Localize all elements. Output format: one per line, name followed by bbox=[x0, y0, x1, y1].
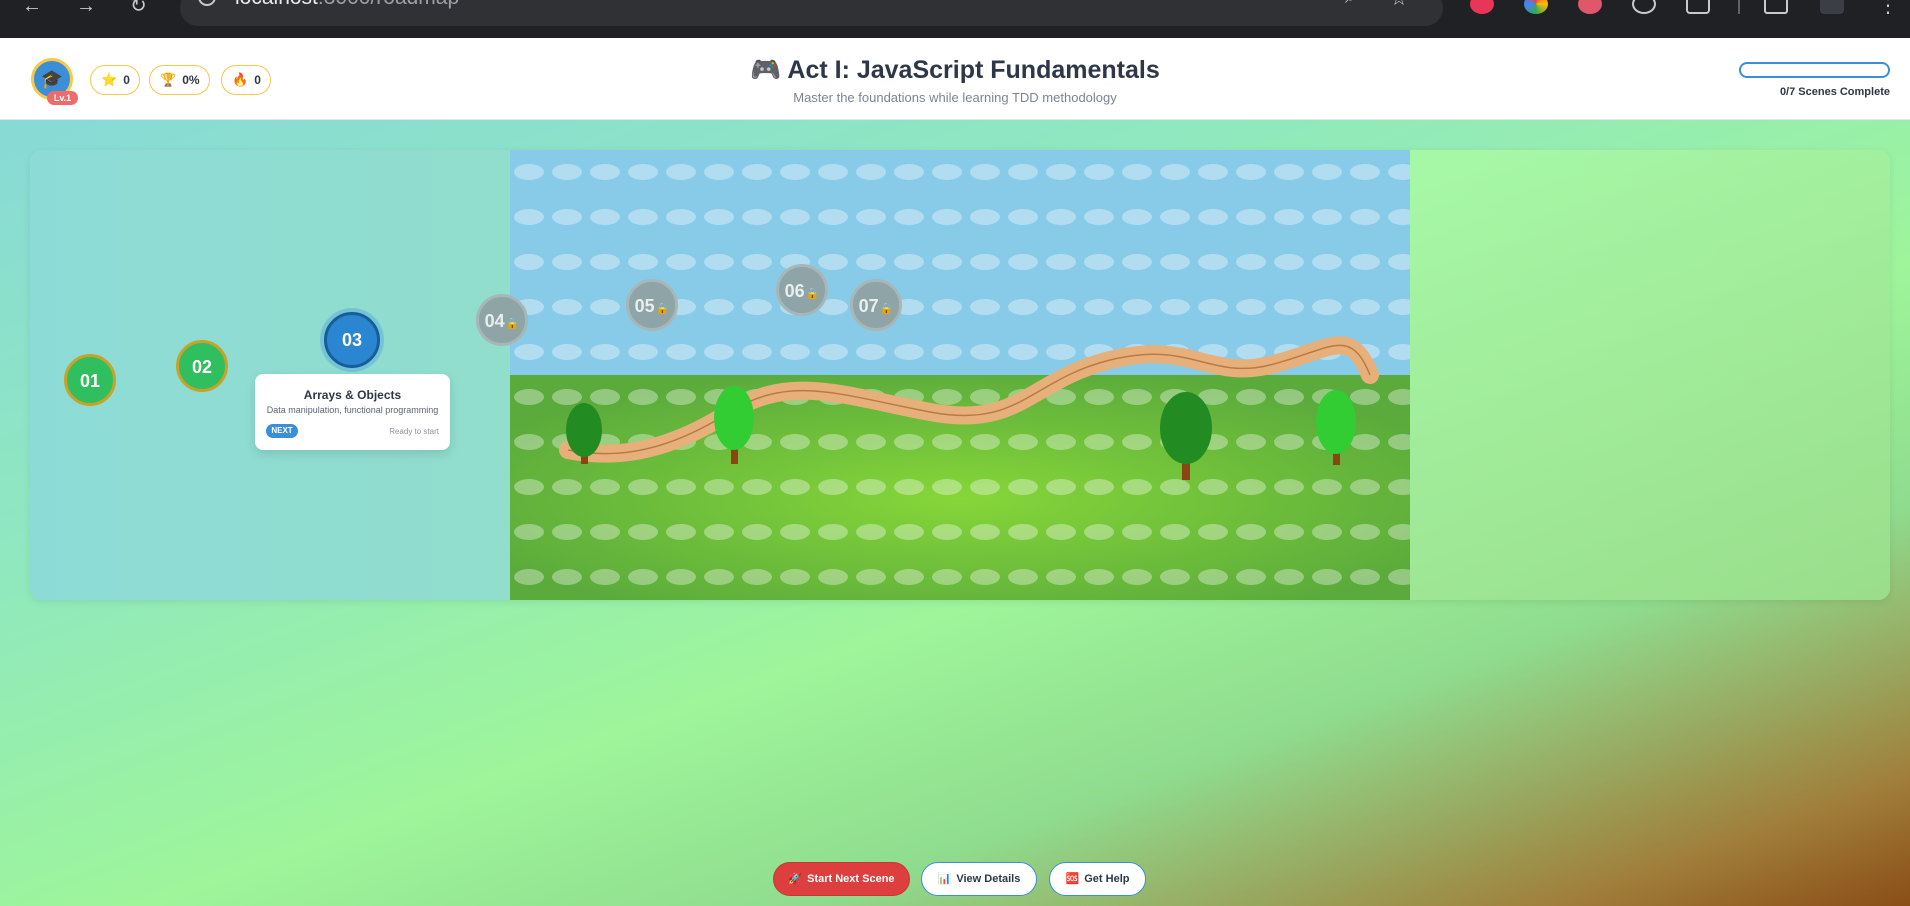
profile-avatar[interactable] bbox=[1820, 0, 1844, 14]
browser-menu-icon[interactable]: ⋮ bbox=[1878, 0, 1898, 20]
landscape-scene bbox=[510, 150, 1410, 600]
toolbar-divider bbox=[1738, 0, 1740, 14]
page-subtitle: Master the foundations while learning TD… bbox=[793, 90, 1117, 105]
start-next-scene-label: Start Next Scene bbox=[807, 873, 895, 885]
url-text: localhost:3000/roadmap bbox=[235, 0, 459, 9]
extension-shield-icon[interactable] bbox=[1578, 0, 1602, 14]
scene-number: 01 bbox=[79, 371, 101, 391]
scene-number: 03 bbox=[341, 330, 363, 350]
view-details-label: View Details bbox=[956, 873, 1021, 885]
lock-icon: 🔒 bbox=[505, 318, 520, 330]
extension-todoist-icon[interactable] bbox=[1470, 0, 1494, 14]
scene-node-04[interactable]: 04🔒 bbox=[476, 294, 528, 346]
map-right-area bbox=[1410, 150, 1890, 600]
start-next-scene-button[interactable]: 🚀 Start Next Scene bbox=[773, 862, 910, 896]
scene-node-01[interactable]: 01 bbox=[64, 354, 116, 406]
scene-number: 06 bbox=[784, 281, 805, 301]
rocket-icon: 🚀 bbox=[788, 873, 803, 885]
reload-icon[interactable]: ↻ bbox=[130, 0, 147, 20]
scene-node-02[interactable]: 02 bbox=[176, 340, 228, 392]
scene-node-03[interactable]: 03 bbox=[324, 312, 380, 368]
scene-number: 05 bbox=[634, 296, 655, 316]
scene-node-06[interactable]: 06🔒 bbox=[776, 264, 828, 316]
scene-tooltip-card[interactable]: Arrays & Objects Data manipulation, func… bbox=[255, 374, 450, 450]
zoom-icon[interactable]: ⌕ bbox=[1345, 0, 1356, 9]
view-details-button[interactable]: 📊 View Details bbox=[921, 862, 1037, 896]
chart-icon: 📊 bbox=[937, 873, 952, 885]
scene-number: 04 bbox=[484, 311, 505, 331]
media-control-icon[interactable] bbox=[1764, 0, 1788, 14]
url-host: localhost bbox=[235, 0, 318, 9]
cloud-pattern bbox=[510, 150, 1410, 600]
extension-chrome-icon[interactable] bbox=[1524, 0, 1548, 14]
scene-node-07[interactable]: 07🔒 bbox=[850, 279, 902, 331]
back-icon[interactable]: ← bbox=[22, 0, 42, 20]
forward-icon[interactable]: → bbox=[76, 0, 96, 20]
scene-title: Arrays & Objects bbox=[303, 388, 402, 402]
scene-description: Data manipulation, functional programmin… bbox=[266, 405, 439, 415]
browser-chrome: ← → ↻ i localhost:3000/roadmap ⌕ ☆ ⋮ bbox=[0, 0, 1910, 38]
lock-icon: 🔒 bbox=[879, 303, 894, 315]
bookmark-star-icon[interactable]: ☆ bbox=[1390, 0, 1408, 11]
url-path: :3000/roadmap bbox=[318, 0, 459, 9]
next-badge: NEXT bbox=[266, 424, 298, 438]
scene-status: Ready to start bbox=[389, 427, 439, 436]
lock-icon: 🔒 bbox=[805, 288, 820, 300]
get-help-button[interactable]: 🆘 Get Help bbox=[1049, 862, 1146, 896]
extension-react-icon[interactable] bbox=[1632, 0, 1656, 14]
extensions-puzzle-icon[interactable] bbox=[1686, 0, 1710, 14]
scene-number: 02 bbox=[191, 357, 213, 377]
page-title: 🎮 Act I: JavaScript Fundamentals bbox=[750, 56, 1160, 84]
lock-icon: 🔒 bbox=[655, 303, 670, 315]
scene-node-05[interactable]: 05🔒 bbox=[626, 279, 678, 331]
sos-icon: 🆘 bbox=[1065, 873, 1080, 885]
get-help-label: Get Help bbox=[1084, 873, 1130, 885]
scene-progress-bar bbox=[1739, 62, 1890, 78]
app-header: 🎓 Lv.1 ⭐ 0 🏆 0% 🔥 0 🎮 Act I: JavaScript Fun… bbox=[0, 38, 1910, 120]
address-bar[interactable]: i localhost:3000/roadmap ⌕ ☆ bbox=[180, 0, 1443, 26]
site-info-icon[interactable]: i bbox=[198, 0, 216, 6]
progress-text: 0/7 Scenes Complete bbox=[1779, 86, 1890, 98]
scene-number: 07 bbox=[858, 296, 879, 316]
